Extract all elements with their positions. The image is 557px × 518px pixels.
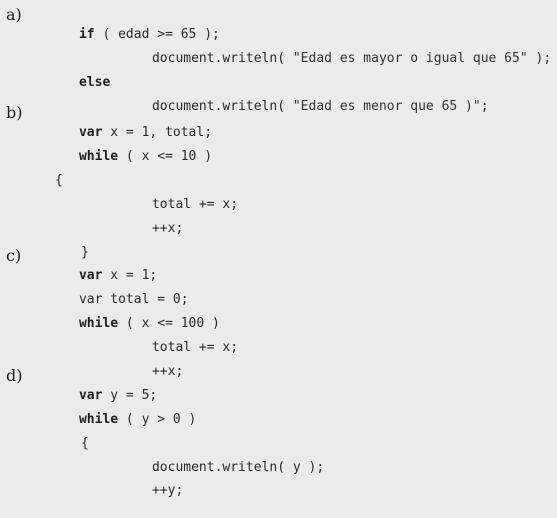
code-line: document.writeln( "Edad es mayor o igual… [105, 32, 551, 66]
string-literal: "Edad es mayor o igual que 65" [292, 51, 528, 66]
code-exercise-page: a) if ( edad >= 65 ); document.writeln( … [0, 0, 557, 499]
code-line: else [32, 56, 110, 90]
keyword: if [78, 27, 95, 42]
code-text: ; [480, 99, 489, 114]
exercise-c-label: c) [6, 246, 22, 265]
code-line: document.writeln( y ); [105, 441, 324, 475]
code-line: { [34, 417, 89, 451]
code-text: ( x <= 10 ) [118, 149, 213, 164]
code-line: var total = 0; [32, 273, 189, 307]
code-text: { [54, 173, 63, 188]
code-line: while ( x <= 100 ) [32, 297, 220, 331]
code-line: var y = 5; [32, 369, 157, 403]
code-line: ++x; [105, 345, 183, 379]
string-literal: "Edad es menor que 65 )" [292, 99, 481, 114]
code-line: } [34, 226, 89, 260]
code-line: { [8, 154, 63, 188]
exercise-d-label: d) [6, 366, 23, 385]
code-line: ++y; [105, 464, 183, 498]
code-text: ++y; [151, 483, 184, 498]
code-line: var x = 1; [32, 249, 157, 283]
code-line: ++x; [105, 202, 183, 236]
code-line: total += x; [105, 178, 238, 212]
exercise-a-label: a) [6, 5, 22, 24]
code-line: while ( x <= 10 ) [32, 130, 212, 164]
exercise-b-label: b) [6, 103, 23, 122]
code-line: var x = 1, total; [32, 106, 212, 140]
code-line: document.writeln( "Edad es menor que 65 … [105, 80, 489, 114]
code-text: { [80, 436, 89, 451]
code-line: total += x; [105, 321, 238, 355]
code-line: if ( edad >= 65 ); [32, 8, 220, 42]
code-text: document.writeln( [151, 51, 293, 66]
code-line: while ( y > 0 ) [32, 393, 196, 427]
code-text: ( y > 0 ) [118, 412, 197, 427]
code-text: ++x; [151, 221, 184, 236]
keyword: while [78, 149, 119, 164]
code-text: ); [527, 51, 552, 66]
